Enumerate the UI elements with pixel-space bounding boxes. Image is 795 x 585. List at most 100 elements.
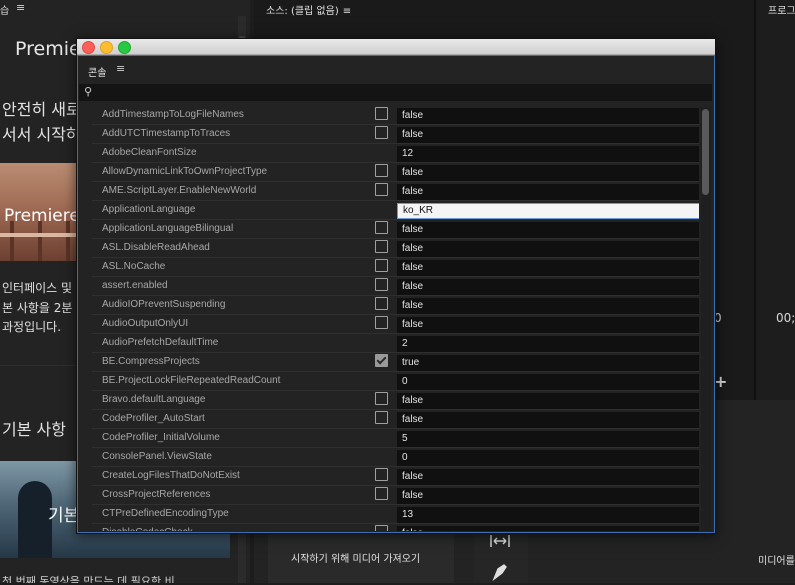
flag-checkbox[interactable] [375, 107, 388, 120]
flag-row: BE.ProjectLockFileRepeatedReadCount 0 [77, 372, 699, 391]
program-monitor-title[interactable]: 프로그 [768, 2, 795, 17]
flag-row: AudioPrefetchDefaultTime 2 [77, 334, 699, 353]
flag-value-field[interactable]: false [397, 488, 699, 504]
flag-value-field[interactable]: false [397, 279, 699, 295]
console-panel-title[interactable]: 콘솔 [88, 64, 106, 79]
flag-checkbox[interactable] [375, 354, 388, 367]
tutorial-thumbnail-2-label: 기본 [48, 506, 80, 526]
console-window: 콘솔 ≡ ⚲ AddTimestampToLogFileNames false Ad… [76, 38, 716, 534]
flag-name: CTPreDefinedEncodingType [102, 508, 229, 519]
flag-checkbox[interactable] [375, 487, 388, 500]
zoom-window-button[interactable] [118, 41, 131, 54]
flag-value-field[interactable]: false [397, 393, 699, 409]
flag-value-field[interactable]: 0 [397, 374, 699, 390]
flag-row: ConsolePanel.ViewState 0 [77, 448, 699, 467]
flag-row: AME.ScriptLayer.EnableNewWorld false [77, 182, 699, 201]
flag-value-field[interactable]: true [397, 355, 699, 371]
flag-checkbox[interactable] [375, 411, 388, 424]
flag-value-field[interactable]: false [397, 526, 699, 531]
flag-name: AddTimestampToLogFileNames [102, 109, 244, 120]
fence-post-shape [10, 221, 14, 261]
learn-intro-line-2: 서서 시작하 [2, 125, 81, 144]
flag-value-field[interactable]: false [397, 317, 699, 333]
flag-checkbox[interactable] [375, 183, 388, 196]
learn-title: Premie [15, 38, 81, 60]
flag-name: AdobeCleanFontSize [102, 147, 197, 158]
flag-value-field[interactable]: false [397, 298, 699, 314]
flag-name: CodeProfiler_InitialVolume [102, 432, 220, 443]
import-media-label: 시작하기 위해 미디어 가져오기 [291, 554, 421, 565]
console-search-bar[interactable]: ⚲ [79, 84, 712, 101]
flag-value-field[interactable]: false [397, 184, 699, 200]
flag-name: AudioPrefetchDefaultTime [102, 337, 219, 348]
ripple-edit-tool-icon [490, 535, 510, 547]
flag-value-field[interactable]: 2 [397, 336, 699, 352]
basics-heading: 기본 사항 [2, 420, 66, 439]
add-button-plus-icon[interactable]: + [714, 372, 727, 391]
flag-row: ApplicationLanguageBilingual false [77, 220, 699, 239]
minimize-window-button[interactable] [100, 41, 113, 54]
flag-value-field[interactable]: false [397, 165, 699, 181]
flag-value-field[interactable]: false [397, 127, 699, 143]
ripple-edit-tool-icon[interactable] [490, 533, 510, 553]
flag-value-field[interactable]: false [397, 260, 699, 276]
flag-checkbox[interactable] [375, 468, 388, 481]
flag-checkbox[interactable] [375, 316, 388, 329]
flag-value-field[interactable]: 12 [397, 146, 699, 162]
flag-name: CrossProjectReferences [102, 489, 211, 500]
flag-name: ASL.DisableReadAhead [102, 242, 210, 253]
flag-row: CrossProjectReferences false [77, 486, 699, 505]
tutorial-desc-line-1: 인터페이스 및 [2, 281, 73, 295]
learn-panel-menu-icon[interactable]: ≡ [16, 1, 25, 14]
flag-checkbox[interactable] [375, 240, 388, 253]
flag-row: AddTimestampToLogFileNames false [77, 106, 699, 125]
program-media-label: 미디어를 [758, 556, 795, 567]
learn-panel-title: 습 [0, 6, 10, 17]
flag-checkbox[interactable] [375, 278, 388, 291]
flag-row: ASL.NoCache false [77, 258, 699, 277]
tutorial-desc-line-2: 본 사항을 2분 [2, 301, 73, 315]
flag-checkbox[interactable] [375, 126, 388, 139]
flag-row: CodeProfiler_AutoStart false [77, 410, 699, 429]
flag-checkbox[interactable] [375, 392, 388, 405]
flag-row: CodeProfiler_InitialVolume 5 [77, 429, 699, 448]
flag-value-field[interactable]: false [397, 222, 699, 238]
source-monitor-menu-icon[interactable]: ≡ [343, 6, 351, 17]
flag-row: AllowDynamicLinkToOwnProjectType false [77, 163, 699, 182]
pen-tool-icon[interactable] [490, 561, 510, 585]
flag-checkbox[interactable] [375, 164, 388, 177]
flag-name: AME.ScriptLayer.EnableNewWorld [102, 185, 257, 196]
tutorial-thumbnail-1-label: Premiere [4, 206, 80, 226]
close-window-button[interactable] [82, 41, 95, 54]
flag-checkbox[interactable] [375, 259, 388, 272]
flag-checkbox[interactable] [375, 297, 388, 310]
scrollbar-thumb[interactable] [702, 109, 709, 195]
tutorial-2-desc: 첫 번째 동영상을 만드는 데 필요한 비 [2, 575, 175, 583]
flag-value-field[interactable]: false [397, 469, 699, 485]
flag-row: assert.enabled false [77, 277, 699, 296]
flag-checkbox[interactable] [375, 525, 388, 531]
window-titlebar[interactable] [77, 39, 715, 55]
debug-flags-list: AddTimestampToLogFileNames false AddUTCTim… [77, 106, 699, 531]
learn-panel-header: 습 ≡ [0, 0, 250, 17]
flag-name: BE.CompressProjects [102, 356, 200, 367]
console-scrollbar[interactable] [701, 107, 711, 531]
flag-value-field[interactable]: false [397, 241, 699, 257]
flag-name: CreateLogFilesThatDoNotExist [102, 470, 240, 481]
flag-value-field[interactable]: 13 [397, 507, 699, 523]
flag-value-field[interactable]: 0 [397, 450, 699, 466]
flag-name: assert.enabled [102, 280, 168, 291]
flag-name: DisableCodecCheck [102, 527, 193, 531]
console-panel-menu-icon[interactable]: ≡ [116, 62, 125, 75]
console-panel-header: 콘솔 ≡ [77, 56, 713, 81]
source-monitor-title[interactable]: 소스: (클립 없음) [266, 6, 339, 17]
flag-value-field[interactable]: false [397, 412, 699, 428]
flag-name: ApplicationLanguage [102, 204, 196, 215]
flag-checkbox[interactable] [375, 221, 388, 234]
flag-value-field[interactable]: ko_KR [397, 203, 699, 219]
flag-value-field[interactable]: false [397, 108, 699, 124]
source-monitor-header: 소스: (클립 없음) ≡ [266, 2, 351, 17]
flag-name: Bravo.defaultLanguage [102, 394, 206, 405]
flag-value-field[interactable]: 5 [397, 431, 699, 447]
console-search-input[interactable] [99, 84, 699, 101]
